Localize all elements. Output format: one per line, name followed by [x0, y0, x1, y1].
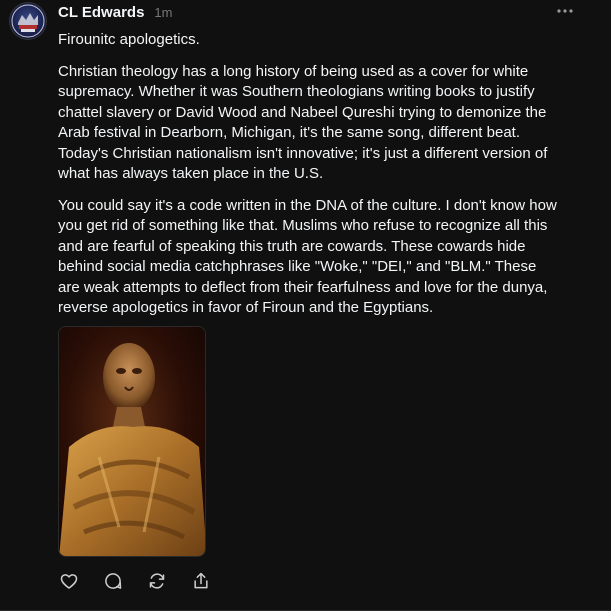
- repost-button[interactable]: [146, 570, 168, 592]
- post-body: Firounitc apologetics. Christian theolog…: [58, 30, 558, 330]
- post-timestamp[interactable]: 1m: [154, 5, 172, 20]
- like-button[interactable]: [58, 570, 80, 592]
- post-actions: [58, 570, 212, 592]
- avatar-emblem-icon: [11, 4, 45, 38]
- post-paragraph: You could say it's a code written in the…: [58, 196, 557, 317]
- share-button[interactable]: [190, 570, 212, 592]
- reply-button[interactable]: [102, 570, 124, 592]
- heart-icon: [60, 574, 78, 589]
- avatar[interactable]: [10, 3, 46, 39]
- mummy-photo: [59, 327, 205, 556]
- share-icon: [194, 572, 208, 589]
- post-title: Firounitc apologetics.: [58, 31, 200, 48]
- more-horizontal-icon: [557, 9, 573, 13]
- comment-icon: [105, 573, 122, 589]
- more-options-button[interactable]: [555, 4, 575, 18]
- author-name[interactable]: CL Edwards: [58, 4, 144, 21]
- post-image[interactable]: [58, 326, 206, 557]
- post-header: CL Edwards 1m: [58, 4, 172, 24]
- post-paragraph: Christian theology has a long history of…: [58, 62, 548, 183]
- repost-icon: [149, 573, 165, 589]
